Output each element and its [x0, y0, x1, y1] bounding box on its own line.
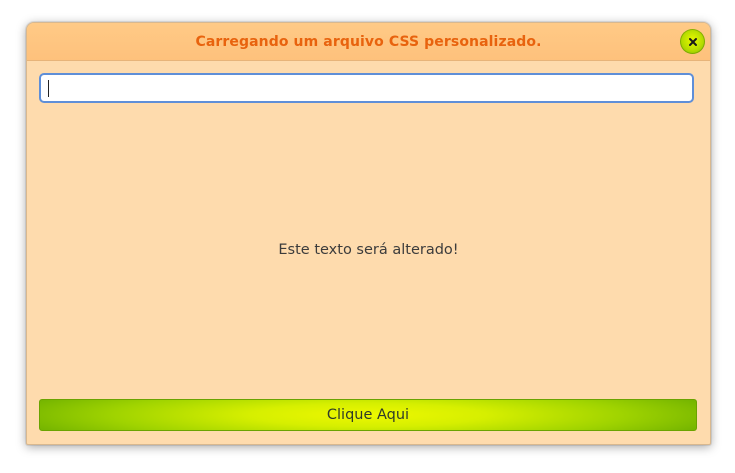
- title-bar[interactable]: Carregando um arquivo CSS personalizado.: [27, 23, 710, 61]
- text-cursor: [48, 80, 49, 97]
- close-icon: [688, 37, 697, 46]
- click-here-button[interactable]: Clique Aqui: [39, 399, 697, 431]
- window-title: Carregando um arquivo CSS personalizado.: [195, 33, 542, 50]
- text-entry[interactable]: [39, 73, 694, 103]
- status-label: Este texto será alterado!: [278, 242, 459, 258]
- app-window: Carregando um arquivo CSS personalizado.…: [26, 22, 711, 445]
- close-button[interactable]: [680, 29, 705, 54]
